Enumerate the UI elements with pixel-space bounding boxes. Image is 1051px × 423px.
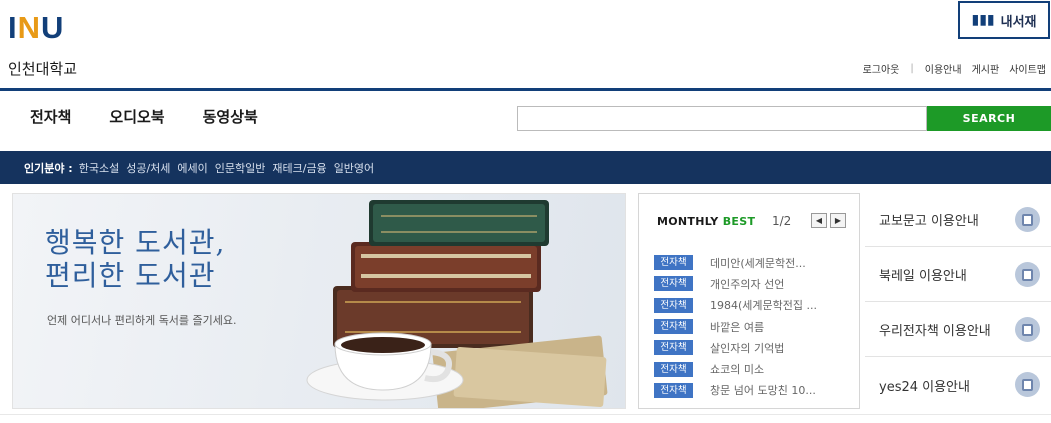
header-divider bbox=[0, 88, 1051, 91]
list-item[interactable]: 전자책 창문 넘어 도망친 10... bbox=[654, 380, 859, 401]
divider: | bbox=[910, 63, 914, 74]
book-title[interactable]: 데미안(세계문학전... bbox=[710, 255, 840, 271]
page-indicator: 1/2 bbox=[772, 214, 792, 228]
ebook-tag: 전자책 bbox=[654, 297, 693, 313]
book-title[interactable]: 개인주의자 선언 bbox=[710, 276, 840, 292]
list-item[interactable]: 전자책 쇼코의 미소 bbox=[654, 358, 859, 379]
guide-label: yes24 이용안내 bbox=[879, 379, 970, 395]
guide-link[interactable]: 이용안내 bbox=[920, 61, 967, 76]
guide-label: 북레일 이용안내 bbox=[879, 269, 967, 284]
popular-item-humanities[interactable]: 인문학일반 bbox=[215, 160, 266, 176]
next-page-button[interactable]: ▶ bbox=[830, 213, 846, 228]
book-title[interactable]: 바깥은 여름 bbox=[710, 319, 840, 335]
next-arrow-icon: ▶ bbox=[834, 216, 842, 225]
guide-kyobo[interactable]: 교보문고 이용안내 bbox=[865, 193, 1051, 247]
list-item[interactable]: 전자책 바깥은 여름 bbox=[654, 316, 859, 337]
university-logo[interactable]: INU 인천대학교 bbox=[8, 10, 98, 80]
prev-arrow-icon: ◀ bbox=[815, 216, 823, 225]
guide-uri-ebook[interactable]: 우리전자책 이용안내 bbox=[865, 303, 1051, 357]
popular-item-finance[interactable]: 재테크/금융 bbox=[272, 160, 326, 176]
logout-link[interactable]: 로그아웃 bbox=[858, 61, 905, 76]
guide-label: 교보문고 이용안내 bbox=[879, 214, 979, 229]
list-item[interactable]: 전자책 개인주의자 선언 bbox=[654, 273, 859, 294]
sitemap-link[interactable]: 사이트맵 bbox=[1004, 61, 1051, 76]
book-title[interactable]: 1984(세계문학전집 ... bbox=[710, 297, 840, 313]
logo-subtitle: 인천대학교 bbox=[8, 60, 78, 78]
banner-subtitle: 언제 어디서나 편리하게 독서를 즐기세요. bbox=[47, 314, 237, 327]
list-item[interactable]: 전자책 1984(세계문학전집 ... bbox=[654, 295, 859, 316]
monthly-best-panel: MONTHLY BEST 1/2 ◀ ▶ 전자책 데미안(세계문학전... 전자책… bbox=[638, 193, 860, 409]
popular-item-essay[interactable]: 에세이 bbox=[177, 160, 207, 176]
book-icon bbox=[1015, 207, 1040, 232]
ebook-tag: 전자책 bbox=[654, 382, 693, 398]
guide-bookrail[interactable]: 북레일 이용안내 bbox=[865, 248, 1051, 302]
list-item[interactable]: 전자책 살인자의 기억법 bbox=[654, 337, 859, 358]
hero-banner[interactable]: 행복한 도서관, 편리한 도서관 언제 어디서나 편리하게 독서를 즐기세요. bbox=[12, 193, 626, 409]
book-icon bbox=[1015, 317, 1040, 342]
book-title[interactable]: 창문 넘어 도망친 10... bbox=[710, 382, 840, 398]
popular-categories-bar: 인기분야 : 한국소설 성공/처세 에세이 인문학일반 재테크/금융 일반영어 bbox=[0, 151, 1051, 184]
logo-mark: INU bbox=[8, 10, 65, 45]
banner-title: 행복한 도서관, 편리한 도서관 bbox=[45, 226, 226, 293]
ebook-tag: 전자책 bbox=[654, 340, 693, 356]
ebook-tag: 전자책 bbox=[654, 276, 693, 292]
my-library-button[interactable]: ▮▮▮ 내서재 bbox=[958, 1, 1050, 39]
book-title[interactable]: 살인자의 기억법 bbox=[710, 340, 840, 356]
nav-item-audiobook[interactable]: 오디오북 bbox=[109, 106, 164, 127]
monthly-best-heading: MONTHLY BEST bbox=[657, 215, 756, 228]
guide-yes24[interactable]: yes24 이용안내 bbox=[865, 358, 1051, 412]
ebook-tag: 전자책 bbox=[654, 361, 693, 377]
ebook-tag: 전자책 bbox=[654, 319, 693, 335]
search-input[interactable] bbox=[517, 106, 927, 131]
utility-links: 로그아웃 | 이용안내 게시판 사이트맵 bbox=[858, 61, 1051, 76]
search-button[interactable]: SEARCH bbox=[927, 106, 1051, 131]
bookshelf-icon: ▮▮▮ bbox=[971, 12, 995, 28]
list-item[interactable]: 전자책 데미안(세계문학전... bbox=[654, 252, 859, 273]
my-library-label: 내서재 bbox=[1000, 14, 1037, 30]
main-nav: 전자책 오디오북 동영상북 bbox=[30, 106, 258, 127]
guide-label: 우리전자책 이용안내 bbox=[879, 324, 991, 339]
book-icon bbox=[1015, 262, 1040, 287]
popular-item-english[interactable]: 일반영어 bbox=[334, 160, 374, 176]
nav-item-ebook[interactable]: 전자책 bbox=[30, 106, 71, 127]
popular-item-success[interactable]: 성공/처세 bbox=[126, 160, 170, 176]
ebook-tag: 전자책 bbox=[654, 255, 693, 271]
book-title[interactable]: 쇼코의 미소 bbox=[710, 361, 840, 377]
previous-page-button[interactable]: ◀ bbox=[811, 213, 827, 228]
footer-divider bbox=[0, 414, 1051, 423]
popular-item-korean-novel[interactable]: 한국소설 bbox=[79, 160, 119, 176]
nav-item-videobook[interactable]: 동영상북 bbox=[203, 106, 258, 127]
best-book-list: 전자책 데미안(세계문학전... 전자책 개인주의자 선언 전자책 1984(세계문학… bbox=[654, 252, 859, 401]
book-icon bbox=[1015, 372, 1040, 397]
service-guides: 교보문고 이용안내 북레일 이용안내 우리전자책 이용안내 yes24 이용안내 bbox=[865, 193, 1051, 409]
popular-label: 인기분야 : bbox=[24, 161, 73, 175]
books-and-coffee-illustration bbox=[306, 200, 608, 408]
board-link[interactable]: 게시판 bbox=[967, 61, 1005, 76]
